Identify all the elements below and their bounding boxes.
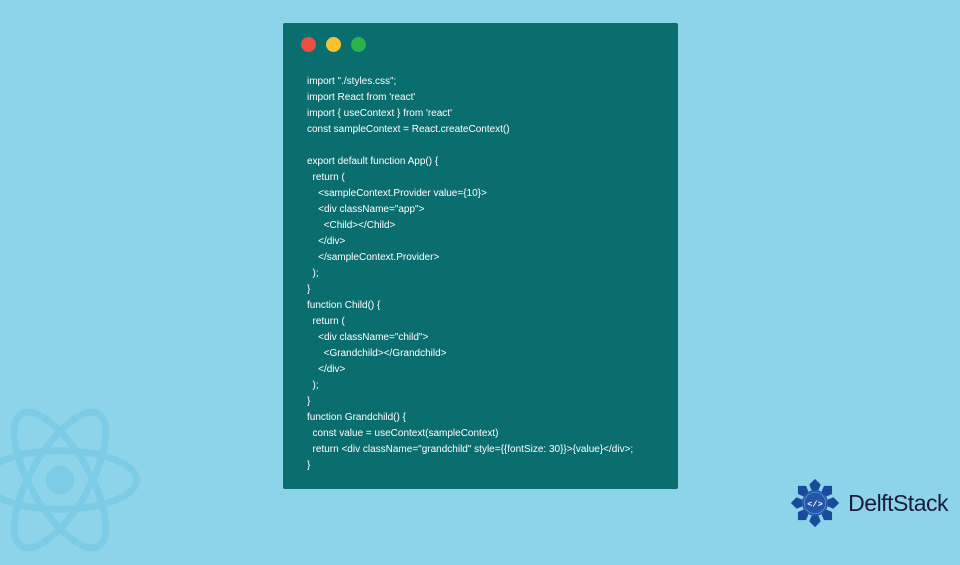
code-window: import "./styles.css"; import React from… bbox=[283, 23, 678, 489]
code-block: import "./styles.css"; import React from… bbox=[283, 60, 678, 474]
window-controls bbox=[283, 23, 678, 60]
delftstack-branding: </> DelftStack bbox=[788, 476, 948, 530]
svg-text:</>: </> bbox=[807, 499, 823, 509]
maximize-dot-icon bbox=[351, 37, 366, 52]
close-dot-icon bbox=[301, 37, 316, 52]
delftstack-label: DelftStack bbox=[848, 490, 948, 517]
react-logo-icon bbox=[0, 400, 140, 560]
delftstack-badge-icon: </> bbox=[788, 476, 842, 530]
minimize-dot-icon bbox=[326, 37, 341, 52]
